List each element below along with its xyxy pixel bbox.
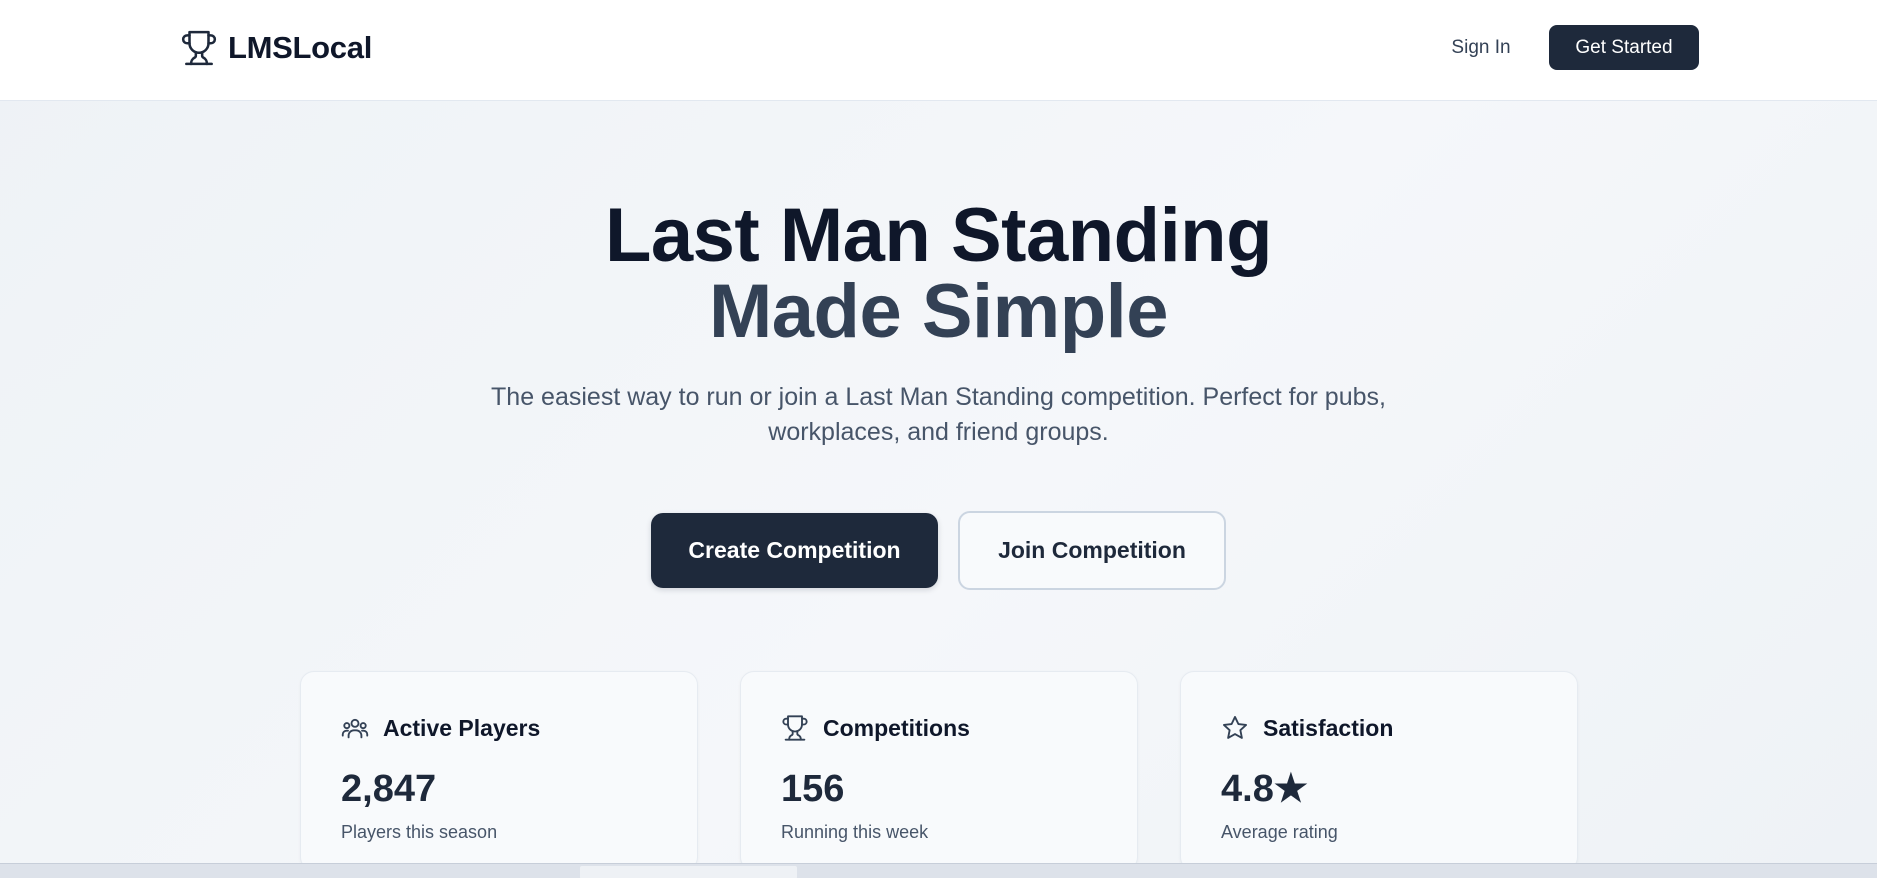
stat-card-header: Active Players bbox=[341, 712, 540, 744]
brand-logo[interactable]: LMSLocal bbox=[180, 28, 372, 68]
hero-title-line1: Last Man Standing bbox=[604, 193, 1273, 278]
trophy-icon bbox=[782, 715, 808, 741]
stat-card-header: Competitions bbox=[781, 712, 970, 744]
stat-value: 156 bbox=[781, 768, 845, 810]
hero-subtitle: The easiest way to run or join a Last Ma… bbox=[491, 383, 1386, 446]
hero-title-line2: Made Simple bbox=[708, 269, 1169, 354]
star-icon bbox=[1222, 715, 1248, 739]
trophy-icon bbox=[181, 30, 217, 66]
stat-card-header: Satisfaction bbox=[1221, 712, 1393, 744]
get-started-button[interactable]: Get Started bbox=[1549, 25, 1699, 70]
sign-in-link[interactable]: Sign In bbox=[1440, 30, 1522, 66]
scrollbar-thumb[interactable] bbox=[580, 866, 797, 878]
horizontal-scrollbar[interactable] bbox=[0, 863, 1877, 878]
join-competition-button[interactable]: Join Competition bbox=[958, 511, 1226, 590]
stat-caption: Players this season bbox=[341, 822, 498, 842]
stat-title: Active Players bbox=[383, 714, 541, 741]
stat-value: 2,847 bbox=[341, 768, 437, 810]
stat-title: Satisfaction bbox=[1263, 714, 1394, 741]
stat-card-satisfaction: Satisfaction 4.8★ Average rating bbox=[1180, 671, 1578, 871]
create-competition-button[interactable]: Create Competition bbox=[651, 513, 938, 588]
stat-value: 4.8★ bbox=[1221, 768, 1308, 810]
stat-caption: Average rating bbox=[1221, 822, 1338, 842]
stat-caption: Running this week bbox=[781, 822, 929, 842]
stat-title: Competitions bbox=[823, 714, 970, 741]
users-icon bbox=[341, 718, 369, 739]
stat-card-competitions: Competitions 156 Running this week bbox=[740, 671, 1138, 871]
hero-title: Last Man Standing Made Simple bbox=[0, 198, 1877, 350]
brand-name: LMSLocal bbox=[228, 30, 373, 65]
landing-page: LMSLocal Sign In Get Started Last Man St… bbox=[0, 0, 1877, 878]
top-nav: LMSLocal Sign In Get Started bbox=[0, 0, 1877, 101]
stat-card-active-players: Active Players 2,847 Players this season bbox=[300, 671, 698, 871]
